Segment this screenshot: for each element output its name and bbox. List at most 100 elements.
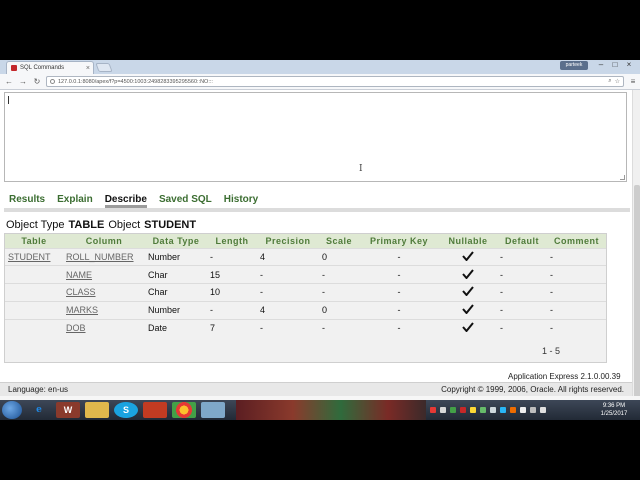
header-primary-key: Primary Key xyxy=(359,234,439,248)
tray-app-icon[interactable] xyxy=(430,407,436,413)
checkmark-icon xyxy=(462,322,474,333)
tray-app-icon[interactable] xyxy=(460,407,466,413)
start-button-icon[interactable] xyxy=(2,401,22,419)
tray-app-icon[interactable] xyxy=(470,407,476,413)
cell-comment: - xyxy=(547,283,606,302)
cell-table[interactable]: STUDENT xyxy=(5,247,63,266)
cell-data-type: Number xyxy=(145,247,207,266)
tray-app-icon[interactable] xyxy=(500,407,506,413)
header-column: Column xyxy=(63,234,145,248)
tab-history[interactable]: History xyxy=(224,192,258,208)
taskbar-clock[interactable]: 9:36 PM 1/25/2017 xyxy=(596,402,632,418)
user-badge[interactable]: parteek xyxy=(560,61,588,70)
back-icon[interactable]: ← xyxy=(4,77,14,87)
cell-nullable xyxy=(439,265,497,284)
cell-length: 15 xyxy=(207,265,257,284)
new-tab-button[interactable] xyxy=(95,63,113,72)
cell-default: - xyxy=(497,283,547,302)
cell-comment: - xyxy=(547,247,606,266)
describe-panel: Table Column Data Type Length Precision … xyxy=(4,233,607,363)
header-data-type: Data Type xyxy=(145,234,207,248)
table-row: MARKS Number -4 0- - - xyxy=(5,300,606,320)
cell-scale: - xyxy=(319,318,359,337)
zoom-icon[interactable]: ⌕ xyxy=(608,78,611,85)
close-tab-icon[interactable]: × xyxy=(86,65,90,72)
tab-title: SQL Commands xyxy=(20,65,65,71)
app-version: Application Express 2.1.0.00.39 xyxy=(508,372,621,381)
volume-icon[interactable] xyxy=(530,407,536,413)
header-table: Table xyxy=(5,234,63,248)
table-row: NAME Char 15- - - - - xyxy=(5,265,606,284)
cell-column[interactable]: CLASS xyxy=(63,283,145,302)
favicon-icon xyxy=(11,65,17,71)
checkmark-icon xyxy=(462,304,474,315)
cell-length: 7 xyxy=(207,318,257,337)
text-caret xyxy=(8,96,9,104)
flag-icon[interactable] xyxy=(540,407,546,413)
page-info-icon[interactable] xyxy=(50,79,55,84)
cell-precision: - xyxy=(257,265,319,284)
cell-default: - xyxy=(497,318,547,337)
minimize-icon[interactable]: – xyxy=(594,60,608,70)
cell-table xyxy=(5,318,63,337)
tab-explain[interactable]: Explain xyxy=(57,192,93,208)
reload-icon[interactable]: ↻ xyxy=(32,77,42,87)
scrollbar-thumb[interactable] xyxy=(634,185,640,407)
close-window-icon[interactable]: × xyxy=(622,60,636,70)
maximize-icon[interactable]: □ xyxy=(608,60,622,70)
cell-primary-key: - xyxy=(359,247,439,266)
sql-editor[interactable]: I xyxy=(4,92,627,182)
header-default: Default xyxy=(497,234,547,248)
vertical-scrollbar[interactable] xyxy=(632,90,640,408)
table-header-row: Table Column Data Type Length Precision … xyxy=(5,234,606,248)
cell-primary-key: - xyxy=(359,265,439,284)
bookmark-star-icon[interactable]: ☆ xyxy=(615,78,620,85)
page-footer: Language: en-us Copyright © 1999, 2006, … xyxy=(0,382,632,396)
app-icon[interactable] xyxy=(201,402,225,418)
browser-tab[interactable]: SQL Commands × xyxy=(6,61,94,74)
table-row: STUDENT ROLL_NUMBER Number -4 0- - - xyxy=(5,247,606,266)
address-bar[interactable]: 127.0.0.1:8080/apex/f?p=4500:1003:249828… xyxy=(46,76,624,87)
cell-column[interactable]: ROLL_NUMBER xyxy=(63,247,145,266)
clock-date: 1/25/2017 xyxy=(600,411,628,417)
tray-app-icon[interactable] xyxy=(490,407,496,413)
cell-length: - xyxy=(207,247,257,266)
system-tray xyxy=(430,400,546,420)
cell-column[interactable]: DOB xyxy=(63,318,145,337)
internet-explorer-icon[interactable]: e xyxy=(27,402,51,418)
tray-app-icon[interactable] xyxy=(510,407,516,413)
tab-describe[interactable]: Describe xyxy=(104,192,147,208)
cell-comment: - xyxy=(547,318,606,337)
forward-icon[interactable]: → xyxy=(18,77,28,87)
tab-results[interactable]: Results xyxy=(9,192,45,208)
taskbar-wallpaper xyxy=(236,400,426,420)
checkmark-icon xyxy=(462,269,474,279)
tray-app-icon[interactable] xyxy=(450,407,456,413)
chrome-icon[interactable] xyxy=(172,402,196,418)
tray-app-icon[interactable] xyxy=(440,407,446,413)
cell-column[interactable]: MARKS xyxy=(63,300,145,320)
cell-scale: 0 xyxy=(319,247,359,266)
header-length: Length xyxy=(207,234,257,248)
network-icon[interactable] xyxy=(520,407,526,413)
cell-table xyxy=(5,265,63,284)
powerpoint-icon[interactable] xyxy=(143,402,167,418)
skype-icon[interactable]: S xyxy=(114,402,138,418)
menu-icon[interactable]: ≡ xyxy=(628,77,638,87)
checkmark-icon xyxy=(462,251,474,261)
browser-toolbar: ← → ↻ 127.0.0.1:8080/apex/f?p=4500:1003:… xyxy=(0,74,640,90)
cell-scale: 0 xyxy=(319,300,359,320)
cell-length: - xyxy=(207,300,257,320)
tray-app-icon[interactable] xyxy=(480,407,486,413)
file-explorer-icon[interactable] xyxy=(85,402,109,418)
cell-length: 10 xyxy=(207,283,257,302)
word-icon[interactable]: W xyxy=(56,402,80,418)
copyright-text: Copyright © 1999, 2006, Oracle. All righ… xyxy=(441,385,624,394)
cell-default: - xyxy=(497,247,547,266)
tab-saved-sql[interactable]: Saved SQL xyxy=(159,192,212,208)
cell-column[interactable]: NAME xyxy=(63,265,145,284)
cell-data-type: Date xyxy=(145,318,207,337)
object-label: Object xyxy=(108,219,141,231)
resize-grip-icon[interactable] xyxy=(620,175,625,180)
cell-scale: - xyxy=(319,265,359,284)
